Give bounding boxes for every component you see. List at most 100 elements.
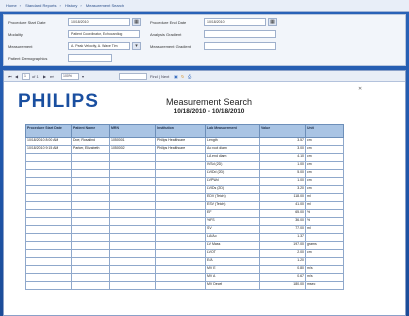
- first-page-icon[interactable]: ⏮: [8, 71, 12, 82]
- cell-institution: [155, 257, 206, 266]
- measurement-label: Measurement: [8, 44, 33, 49]
- cell-patient: [71, 209, 110, 218]
- modality-select[interactable]: Patient Coordinator, Echocardiog: [68, 30, 140, 38]
- column-header-mrn[interactable]: MRN: [109, 124, 156, 138]
- cell-date: [25, 185, 72, 194]
- cell-institution: [155, 209, 206, 218]
- cell-measurement: LA end diam: [205, 153, 260, 162]
- filter-row-dates: Procedure Start Date 10/18/2010 ▦ Proced…: [8, 18, 408, 27]
- prev-page-icon[interactable]: ◀: [15, 71, 18, 82]
- cell-measurement: Length: [205, 137, 260, 146]
- cell-value: 41.00: [259, 201, 306, 210]
- cell-unit: [305, 257, 344, 266]
- cell-institution: Philips Healthcare: [155, 137, 206, 146]
- cell-measurement: Ao root diam: [205, 145, 260, 154]
- cell-date: [25, 257, 72, 266]
- end-date-input[interactable]: 10/18/2010: [204, 18, 266, 26]
- filter-row-modality: Modality Patient Coordinator, Echocardio…: [8, 30, 408, 39]
- cell-patient: [71, 185, 110, 194]
- breadcrumb-standard-reports[interactable]: Standard Reports: [25, 3, 56, 8]
- column-header-institution[interactable]: Institution: [155, 124, 206, 138]
- column-header-date[interactable]: Procedure Start Date: [25, 124, 72, 138]
- measurement-select[interactable]: A. Peak Velocity, A. Wave Tim: [68, 42, 130, 50]
- cell-mrn: [109, 249, 156, 258]
- next-page-icon[interactable]: ▶: [43, 71, 46, 82]
- start-date-input[interactable]: 10/18/2010: [68, 18, 130, 26]
- column-header-patient[interactable]: Patient Name: [71, 124, 110, 138]
- analysis-gradient-label: Analysis Gradient: [150, 32, 182, 37]
- analysis-gradient-input[interactable]: [204, 30, 276, 38]
- cell-date: [25, 249, 72, 258]
- cell-measurement: %FS: [205, 217, 260, 226]
- filter-row-demographics: Patient Demographics: [8, 54, 408, 63]
- zoom-dropdown-icon[interactable]: ▾: [82, 71, 84, 82]
- cell-institution: [155, 249, 206, 258]
- cell-unit: [305, 233, 344, 242]
- cell-patient: Parker, Elizabeth: [71, 145, 110, 154]
- cell-measurement: MV Decel: [205, 281, 260, 290]
- cell-institution: [155, 217, 206, 226]
- cell-measurement: LVPWd: [205, 177, 260, 186]
- column-header-value[interactable]: Value: [259, 124, 306, 138]
- cell-unit: cm: [305, 177, 344, 186]
- close-icon[interactable]: ✕: [358, 86, 362, 92]
- cell-mrn: [109, 265, 156, 274]
- cell-patient: [71, 201, 110, 210]
- find-input[interactable]: [119, 73, 147, 80]
- breadcrumb-history[interactable]: History: [65, 3, 77, 8]
- modality-label: Modality: [8, 32, 23, 37]
- cell-date: [25, 241, 72, 250]
- cell-patient: [71, 161, 110, 170]
- cell-measurement: IVSd (2D): [205, 161, 260, 170]
- cell-value: 77.00: [259, 225, 306, 234]
- cell-patient: [71, 241, 110, 250]
- breadcrumb-home[interactable]: Home: [6, 3, 17, 8]
- page-number-input[interactable]: 1: [22, 73, 30, 80]
- cell-value: 65.00: [259, 209, 306, 218]
- table-row: E/A 1.20: [25, 257, 344, 266]
- cell-unit: cm: [305, 137, 344, 146]
- cell-date: 10/18/2010 9:15 AM: [25, 145, 72, 154]
- cell-value: 3.57: [259, 137, 306, 146]
- cell-date: [25, 153, 72, 162]
- cell-date: [25, 217, 72, 226]
- cell-measurement: MV A: [205, 273, 260, 282]
- zoom-select[interactable]: 100%: [61, 73, 79, 80]
- cell-date: [25, 193, 72, 202]
- cell-institution: [155, 265, 206, 274]
- export-icon[interactable]: ▣: [174, 71, 178, 82]
- cell-measurement: LVIDs (2D): [205, 185, 260, 194]
- cell-institution: [155, 153, 206, 162]
- cell-measurement: EF: [205, 209, 260, 218]
- cell-patient: [71, 281, 110, 290]
- cell-value: 36.00: [259, 217, 306, 226]
- refresh-icon[interactable]: ↻: [181, 71, 184, 82]
- cell-institution: [155, 185, 206, 194]
- table-row: MV A 0.67 m/s: [25, 273, 344, 282]
- filter-panel: Procedure Start Date 10/18/2010 ▦ Proced…: [3, 14, 406, 66]
- cell-unit: msec: [305, 281, 344, 290]
- cell-institution: Philips Healthcare: [155, 145, 206, 154]
- start-date-calendar-icon[interactable]: ▦: [132, 18, 141, 26]
- cell-unit: m/s: [305, 265, 344, 274]
- cell-institution: [155, 201, 206, 210]
- cell-patient: [71, 249, 110, 258]
- find-next-link[interactable]: Find | Next: [150, 71, 169, 82]
- cell-mrn: [109, 281, 156, 290]
- last-page-icon[interactable]: ⏭: [50, 71, 54, 82]
- column-header-measurement[interactable]: Lab Measurement: [205, 124, 260, 138]
- philips-logo: PHILIPS: [18, 91, 99, 112]
- demographics-input[interactable]: [68, 54, 112, 62]
- end-date-calendar-icon[interactable]: ▦: [268, 18, 277, 26]
- measurement-gradient-input[interactable]: [204, 42, 276, 50]
- print-icon[interactable]: ⎙: [188, 71, 191, 82]
- cell-measurement: EDV (Teich): [205, 193, 260, 202]
- cell-mrn: [109, 217, 156, 226]
- cell-patient: [71, 169, 110, 178]
- report-title: Measurement Search: [165, 97, 253, 107]
- column-header-unit[interactable]: Unit: [305, 124, 344, 138]
- cell-unit: ml: [305, 225, 344, 234]
- measurement-dropdown-icon[interactable]: ▾: [132, 42, 141, 50]
- demographics-label: Patient Demographics: [8, 56, 48, 61]
- cell-mrn: [109, 185, 156, 194]
